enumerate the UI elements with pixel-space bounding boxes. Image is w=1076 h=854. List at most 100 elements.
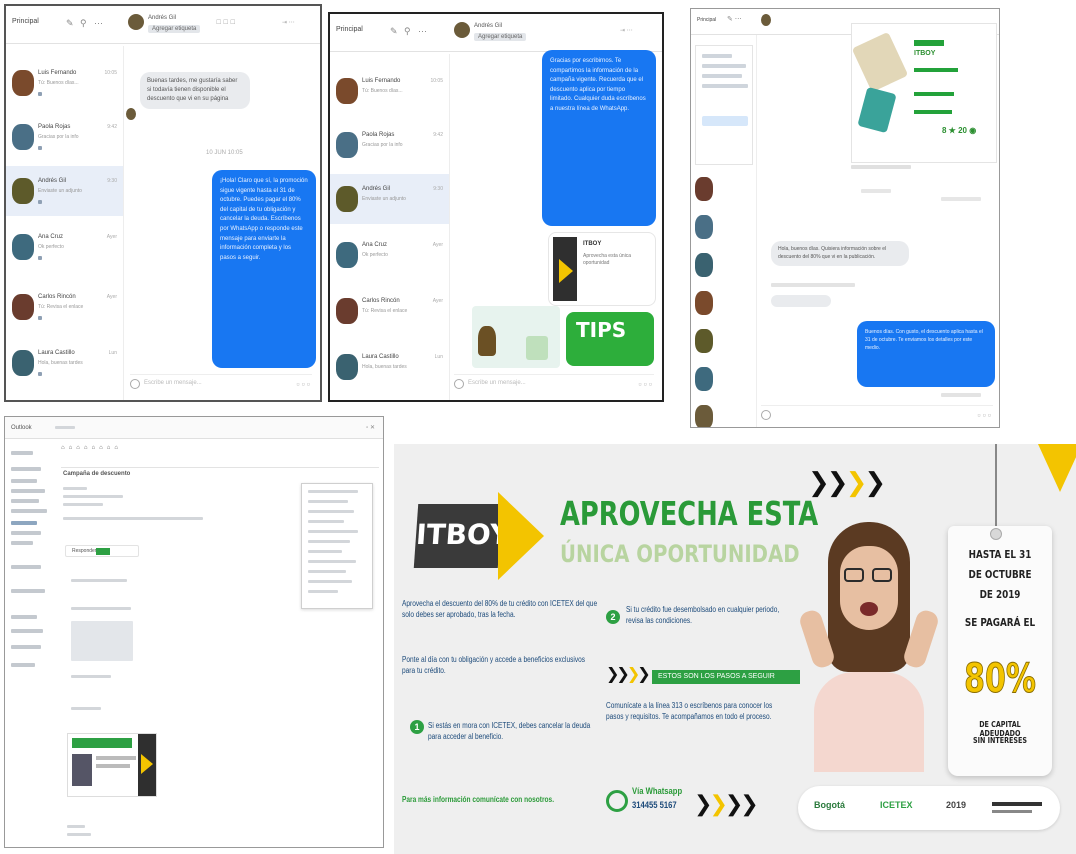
whatsapp-number[interactable]: 314455 5167: [632, 800, 677, 812]
contact-preview: Ok perfecto: [38, 244, 64, 250]
link-preview[interactable]: ITBOY Aprovecha esta única oportunidad: [548, 232, 656, 306]
contact-time: 10:05: [104, 70, 117, 76]
add-icon[interactable]: [454, 379, 464, 389]
contact-name: Luis Fernando: [362, 78, 401, 84]
dropdown-menu[interactable]: [301, 483, 373, 609]
status-dot: [38, 256, 42, 260]
label-tag[interactable]: Agregar etiqueta: [148, 25, 201, 33]
label-tag[interactable]: Agregar etiqueta: [474, 33, 527, 41]
filter-icon[interactable]: ⚲: [80, 18, 87, 29]
paragraph-2: Ponte al día con tu obligación y accede …: [402, 655, 586, 676]
contact-time: Ayer: [106, 294, 117, 300]
edit-icon[interactable]: ✎ ⋯: [727, 15, 742, 23]
list-item[interactable]: Luis Fernando Tú: Buenos días... 10:05: [6, 58, 123, 108]
outgoing-message: Buenos días. Con gusto, el descuento apl…: [857, 321, 995, 387]
profile-button[interactable]: [702, 116, 748, 126]
step-1-text: Si estás en mora con ICETEX, debes cance…: [428, 721, 591, 742]
avatar: [12, 234, 34, 260]
sponsor-logos: Bogotá ICETEX 2019: [798, 786, 1060, 830]
messenger-header: Principal ✎ ⚲ ⋯ Andrés Gil Agregar etiqu…: [6, 6, 320, 44]
compose-bar: Escribe un mensaje... ▫▫▫: [130, 374, 312, 392]
contact-time: Lun: [108, 350, 117, 356]
paragraph-1: Aprovecha el descuento del 80% de tu cré…: [402, 599, 598, 620]
contact-time: 9:42: [433, 132, 443, 138]
email-attachment[interactable]: [67, 733, 157, 797]
add-icon[interactable]: [761, 410, 771, 420]
attachment-icons[interactable]: ▫▫▫: [638, 379, 654, 389]
window-controls[interactable]: ▫ ✕: [366, 424, 375, 431]
header-actions[interactable]: ☐ ☐ ☐: [216, 19, 235, 26]
incoming-message: Hola, buenos días. Quisiera información …: [771, 241, 909, 266]
tips-image[interactable]: TIPS: [566, 312, 654, 366]
compose-bar: Escribe un mensaje... ▫▫▫: [454, 374, 654, 392]
status-dot: [38, 372, 42, 376]
contact-list: Luis Fernando Tú: Buenos días... 10:05 P…: [6, 46, 124, 400]
product-card[interactable]: ITBOY 8 ★ 20 ◉: [851, 23, 997, 163]
rating: 8 ★ 20 ◉: [942, 126, 977, 135]
list-item[interactable]: Carlos Rincón Tú: Revisa el enlace Ayer: [330, 286, 449, 336]
banner-title: APROVECHA ESTA: [560, 494, 819, 533]
list-item[interactable]: Carlos Rincón Tú: Revisa el enlace Ayer: [6, 282, 123, 332]
avatar: [336, 132, 358, 158]
contact-name: Paola Rojas: [38, 124, 71, 130]
attachment-icons[interactable]: ▫▫▫: [977, 410, 993, 420]
list-item[interactable]: Ana Cruz Ok perfecto Ayer: [6, 222, 123, 272]
message-input[interactable]: Escribe un mensaje...: [144, 380, 202, 386]
image-attachment[interactable]: [472, 306, 560, 368]
steps-strip: ESTOS SON LOS PASOS A SEGUIR: [652, 670, 800, 684]
more-icon[interactable]: ⋯: [418, 26, 427, 37]
list-item[interactable]: Laura Castillo Hola, buenas tardes Lun: [330, 342, 449, 392]
contact-time: Lun: [434, 354, 443, 360]
compose-bar: ▫▫▫: [761, 405, 993, 423]
folder-dropdown[interactable]: Principal: [12, 18, 39, 25]
email-subject: Campaña de descuento: [63, 471, 131, 477]
folder-dropdown[interactable]: Principal: [697, 17, 716, 23]
more-icon[interactable]: ⋯: [94, 18, 103, 29]
logo-icetex: ICETEX: [880, 800, 913, 810]
link-image: [553, 237, 577, 301]
folder-dropdown[interactable]: Principal: [336, 26, 363, 33]
contact-preview: Hola, buenas tardes: [38, 360, 83, 366]
avatar: [12, 294, 34, 320]
contact-preview: Tú: Revisa el enlace: [38, 304, 84, 310]
card-title: ITBOY: [914, 50, 936, 57]
avatar: [761, 14, 771, 26]
avatar: [336, 242, 358, 268]
avatar: [12, 178, 34, 204]
action-icons[interactable]: ⌂⌂⌂⌂⌂⌂⌂⌂: [61, 445, 122, 451]
list-item[interactable]: Andrés Gil Enviaste un adjunto 9:30: [330, 174, 449, 224]
whatsapp-label: Vía Whatsapp: [632, 786, 683, 796]
add-icon[interactable]: [130, 379, 140, 389]
status-badge: [914, 40, 944, 46]
contact-preview: Enviaste un adjunto: [362, 196, 406, 202]
list-item[interactable]: Laura Castillo Hola, buenas tardes Lun: [6, 338, 123, 388]
message-input[interactable]: Escribe un mensaje...: [468, 380, 526, 386]
contact-list: Luis Fernando Tú: Buenos días... 10:05 P…: [330, 54, 450, 400]
list-item[interactable]: Andrés Gil Enviaste un adjunto 9:30: [6, 166, 123, 216]
attachment-icons[interactable]: ▫▫▫: [296, 379, 312, 389]
logo-2019: 2019: [946, 800, 967, 810]
whatsapp-icon: [606, 790, 628, 812]
paragraph-3: Comunícate a la línea 313 o escríbenos p…: [606, 701, 773, 722]
edit-icon[interactable]: ✎: [390, 26, 398, 37]
model-photo: [797, 522, 941, 772]
filter-icon[interactable]: ⚲: [404, 26, 411, 37]
avatar: [336, 186, 358, 212]
list-item[interactable]: Paola Rojas Gracias por la info 9:42: [330, 120, 449, 170]
status-dot: [38, 146, 42, 150]
list-item[interactable]: Ana Cruz Ok perfecto Ayer: [330, 230, 449, 280]
chevrons-small: ❯❯❯❯: [606, 664, 651, 683]
outgoing-message: Gracias por escribirnos. Te compartimos …: [542, 50, 656, 226]
avatar: [12, 70, 34, 96]
header-actions[interactable]: ⇥ ⋯: [620, 27, 633, 34]
profile-card: [695, 45, 753, 165]
contact-list: [691, 35, 757, 427]
reply-button[interactable]: Responder: [65, 545, 139, 557]
list-item[interactable]: Luis Fernando Tú: Buenos días... 10:05: [330, 66, 449, 116]
logo-bogota: Bogotá: [814, 800, 845, 810]
edit-icon[interactable]: ✎: [66, 18, 74, 29]
incoming-message-short: [771, 295, 831, 307]
contact-name: Paola Rojas: [362, 132, 395, 138]
move-icon[interactable]: ⇥ ⋯: [282, 19, 295, 26]
list-item[interactable]: Paola Rojas Gracias por la info 9:42: [6, 112, 123, 162]
